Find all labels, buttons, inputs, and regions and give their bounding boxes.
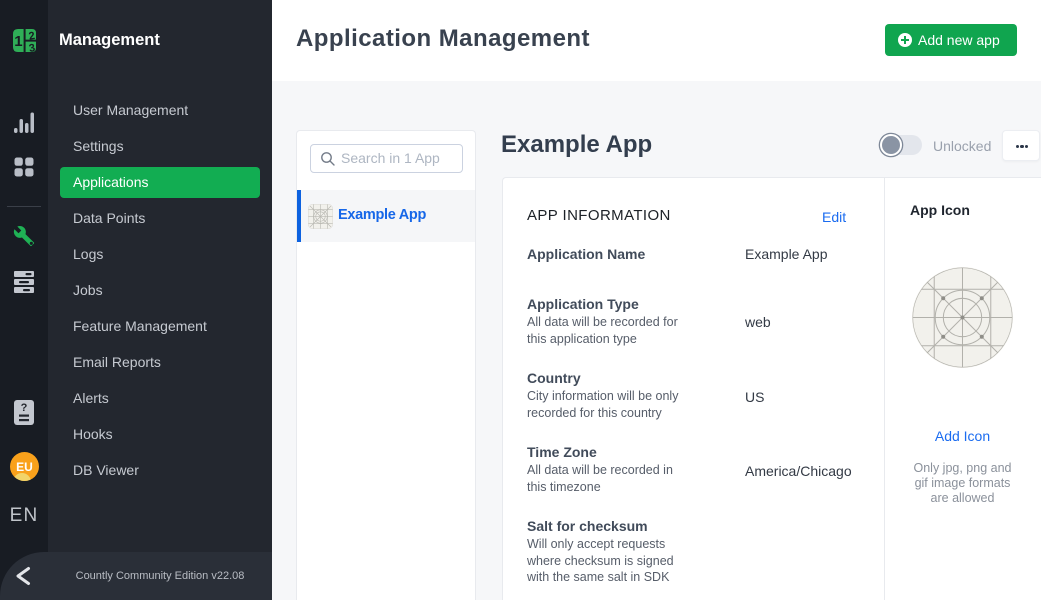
svg-text:?: ? [21,402,28,414]
svg-text:1: 1 [14,33,22,50]
svg-text:EU: EU [16,460,33,474]
